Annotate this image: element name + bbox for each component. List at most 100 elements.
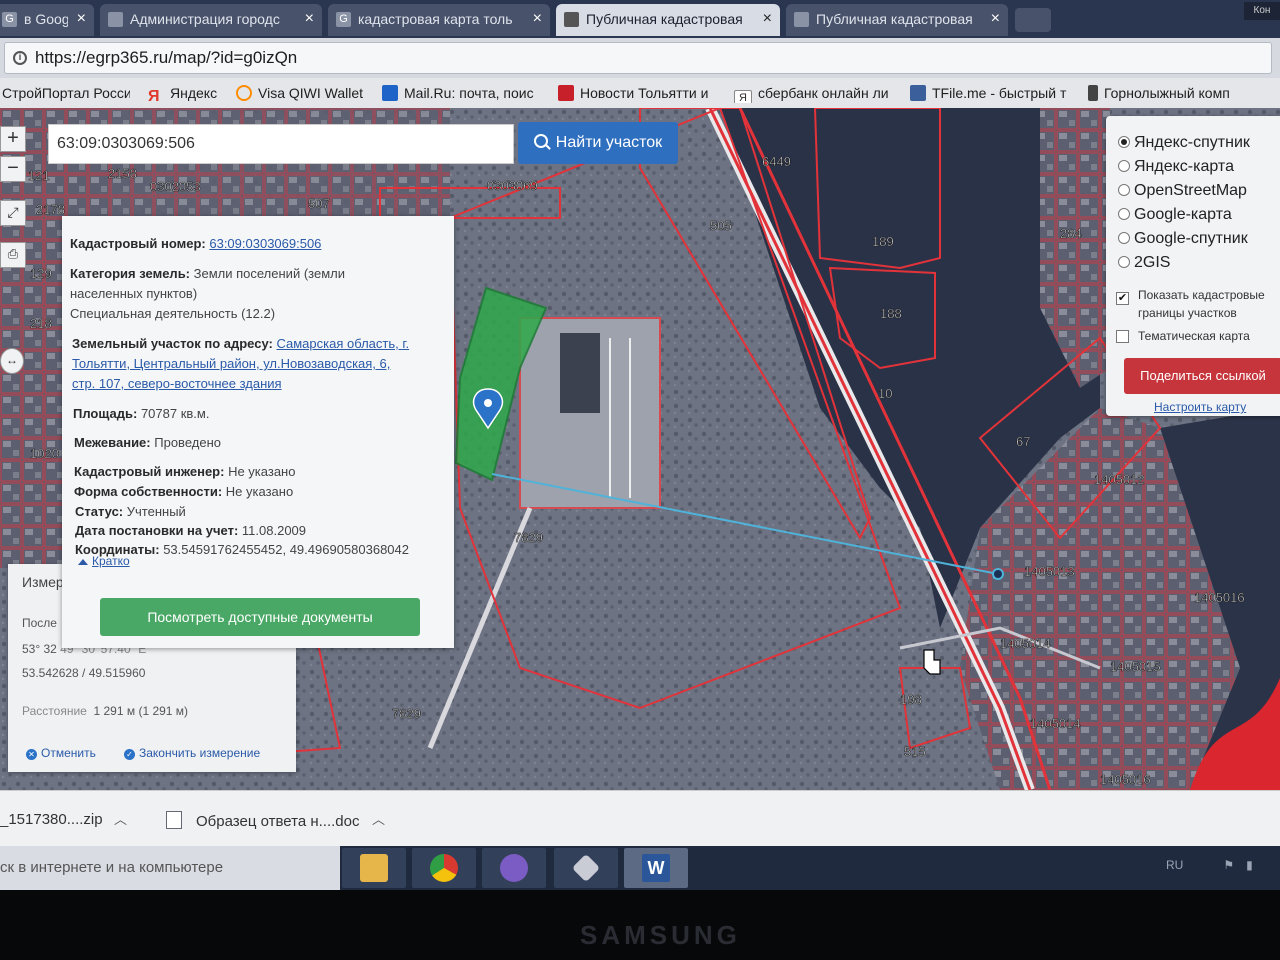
downloads-bar: _1517380....zip ︿ Образец ответа н....do… (0, 790, 1280, 847)
ruler-icon[interactable]: ↔ (0, 348, 24, 374)
layer-option-yandex-satellite[interactable]: Яндекс-спутник (1118, 134, 1250, 152)
address-label: Земельный участок по адресу: (72, 336, 273, 351)
map-label: 284 (1060, 226, 1082, 241)
area-row: Площадь: 70787 кв.м. (73, 404, 449, 424)
fullscreen-icon[interactable]: ⤢ (0, 200, 26, 226)
tab-cadastral-search[interactable]: G кадастровая карта толь × (328, 4, 550, 36)
flag-icon[interactable]: ⚑ (1223, 858, 1234, 872)
layer-option-2gis[interactable]: 2GIS (1118, 254, 1170, 272)
share-link-button[interactable]: Поделиться ссылкой (1124, 358, 1280, 394)
configure-map-link[interactable]: Настроить карту (1154, 400, 1246, 414)
radio-button[interactable] (1118, 160, 1130, 172)
layer-option-yandex-map[interactable]: Яндекс-карта (1118, 158, 1234, 176)
language-indicator[interactable]: RU (1166, 858, 1183, 872)
category-label: Категория земель: (70, 266, 191, 281)
google-icon: G (336, 12, 351, 27)
yandex-search-icon: Я (734, 90, 752, 103)
taskbar-search-box[interactable]: ск в интернете и на компьютере (0, 846, 340, 890)
check-icon: ✓ (124, 749, 135, 760)
radio-button[interactable] (1118, 184, 1130, 196)
collapse-link[interactable]: Кратко (78, 554, 130, 568)
survey-row: Межевание: Проведено (74, 433, 450, 453)
monitor-brand-logo: SAMSUNG (580, 920, 741, 950)
info-icon[interactable]: i (13, 51, 27, 65)
snipping-tool-icon[interactable] (554, 848, 618, 888)
close-icon[interactable]: × (991, 4, 1000, 34)
bookmark-news-togliatti[interactable]: Новости Тольятти и (558, 83, 720, 103)
substation-equipment (560, 333, 600, 413)
zoom-out-button[interactable]: − (0, 156, 26, 182)
tfile-icon (910, 85, 926, 101)
bookmark-mailru[interactable]: Mail.Ru: почта, поис (382, 83, 544, 103)
download-label: _1517380....zip (0, 811, 103, 828)
close-icon[interactable]: × (763, 4, 772, 34)
usage-value: Специальная деятельность (12.2) (70, 306, 276, 321)
zoom-in-button[interactable]: + (0, 126, 26, 152)
map-label: 121 (28, 168, 50, 183)
measure-distance: Расстояние 1 291 м (1 291 м) (22, 704, 188, 718)
close-icon[interactable]: × (77, 4, 86, 34)
measure-endpoint[interactable] (992, 568, 1004, 580)
tab-label: кадастровая карта толь (358, 11, 513, 27)
tab-administration[interactable]: Администрация городс × (100, 4, 322, 36)
network-icon[interactable]: ▮ (1246, 858, 1253, 872)
radio-button[interactable] (1118, 256, 1130, 268)
view-documents-button[interactable]: Посмотреть доступные документы (100, 598, 420, 636)
system-tray[interactable]: RU ⚑ ▮ (1166, 858, 1253, 872)
url-text[interactable]: https://egrp365.ru/map/?id=g0izQn (35, 48, 297, 68)
thematic-map-label: Тематическая карта (1138, 329, 1250, 343)
layer-option-google-map[interactable]: Google-карта (1118, 206, 1232, 224)
new-tab-button[interactable] (1015, 8, 1051, 32)
layer-option-osm[interactable]: OpenStreetMap (1118, 182, 1247, 200)
radio-button[interactable] (1118, 232, 1130, 244)
tab-public-cadastral[interactable]: Публичная кадастровая × (786, 4, 1008, 36)
chevron-up-icon[interactable]: ︿ (372, 809, 385, 828)
viber-logo (500, 854, 528, 882)
bookmark-tfile[interactable]: TFile.me - быстрый т (910, 83, 1072, 103)
address-link[interactable]: Самарская область, г. (276, 336, 409, 351)
file-explorer-icon[interactable] (342, 848, 406, 888)
bookmark-yandex[interactable]: Я Яндекс (148, 83, 224, 103)
bookmark-ski[interactable]: Горнолыжный комп (1088, 83, 1258, 103)
layer-label: OpenStreetMap (1134, 182, 1247, 199)
viber-icon[interactable] (482, 848, 546, 888)
print-icon[interactable]: ⎙ (0, 242, 26, 268)
profile-button[interactable]: Кон (1244, 2, 1280, 20)
news-icon (558, 85, 574, 101)
chrome-icon[interactable] (412, 848, 476, 888)
show-borders-checkbox[interactable]: ✔ (1116, 292, 1129, 305)
bookmark-label: СтройПортал Росси (2, 85, 130, 101)
bookmark-stroyportal[interactable]: СтройПортал Росси (2, 83, 130, 103)
bookmark-sberbank[interactable]: Ясбербанк онлайн ли (734, 83, 896, 103)
radio-button[interactable] (1118, 208, 1130, 220)
map-label: 2178 (36, 202, 65, 217)
close-icon[interactable]: × (305, 4, 314, 34)
download-item-doc[interactable]: Образец ответа н....doc (166, 811, 359, 830)
cadastral-number-link[interactable]: 63:09:0303069:506 (209, 236, 321, 251)
url-field[interactable]: i https://egrp365.ru/map/?id=g0izQn (4, 42, 1272, 74)
tab-public-cadastral-active[interactable]: Публичная кадастровая × (556, 4, 780, 36)
word-icon[interactable]: W (624, 848, 688, 888)
status-row: Статус: Учтенный (75, 502, 451, 522)
address-link[interactable]: стр. 107, северо-восточнее здания (72, 376, 282, 391)
finish-measure-button[interactable]: ✓ Закончить измерение (124, 746, 260, 760)
thematic-map-checkbox[interactable] (1116, 330, 1129, 343)
close-icon[interactable]: × (533, 4, 542, 34)
layer-option-google-satellite[interactable]: Google-спутник (1118, 230, 1248, 248)
map-label: 1405012 (1094, 472, 1145, 487)
cadastral-search-input[interactable]: 63:09:0303069:506 (48, 124, 514, 164)
map-label: 198 (900, 692, 922, 707)
ownership-label: Форма собственности: (74, 484, 223, 499)
map-viewport[interactable]: 0302053 0303069 2158 2178 121 507 505 64… (0, 108, 1280, 790)
measure-decimal: 53.542628 / 49.515960 (22, 666, 146, 680)
tab-google-search[interactable]: G в Google × (0, 4, 94, 36)
registration-date-row: Дата постановки на учет: 11.08.2009 (75, 521, 451, 541)
cancel-measure-button[interactable]: ✕ Отменить (26, 746, 96, 760)
address-link[interactable]: Тольятти, Центральный район, ул.Новозаво… (72, 356, 390, 371)
chevron-up-icon[interactable]: ︿ (114, 809, 127, 828)
download-item-zip[interactable]: _1517380....zip (0, 811, 103, 828)
bookmark-qiwi[interactable]: Visa QIWI Wallet (236, 83, 370, 103)
find-parcel-button[interactable]: Найти участок (518, 122, 678, 164)
ownership-value: Не указано (225, 484, 294, 499)
radio-button[interactable] (1118, 136, 1130, 148)
